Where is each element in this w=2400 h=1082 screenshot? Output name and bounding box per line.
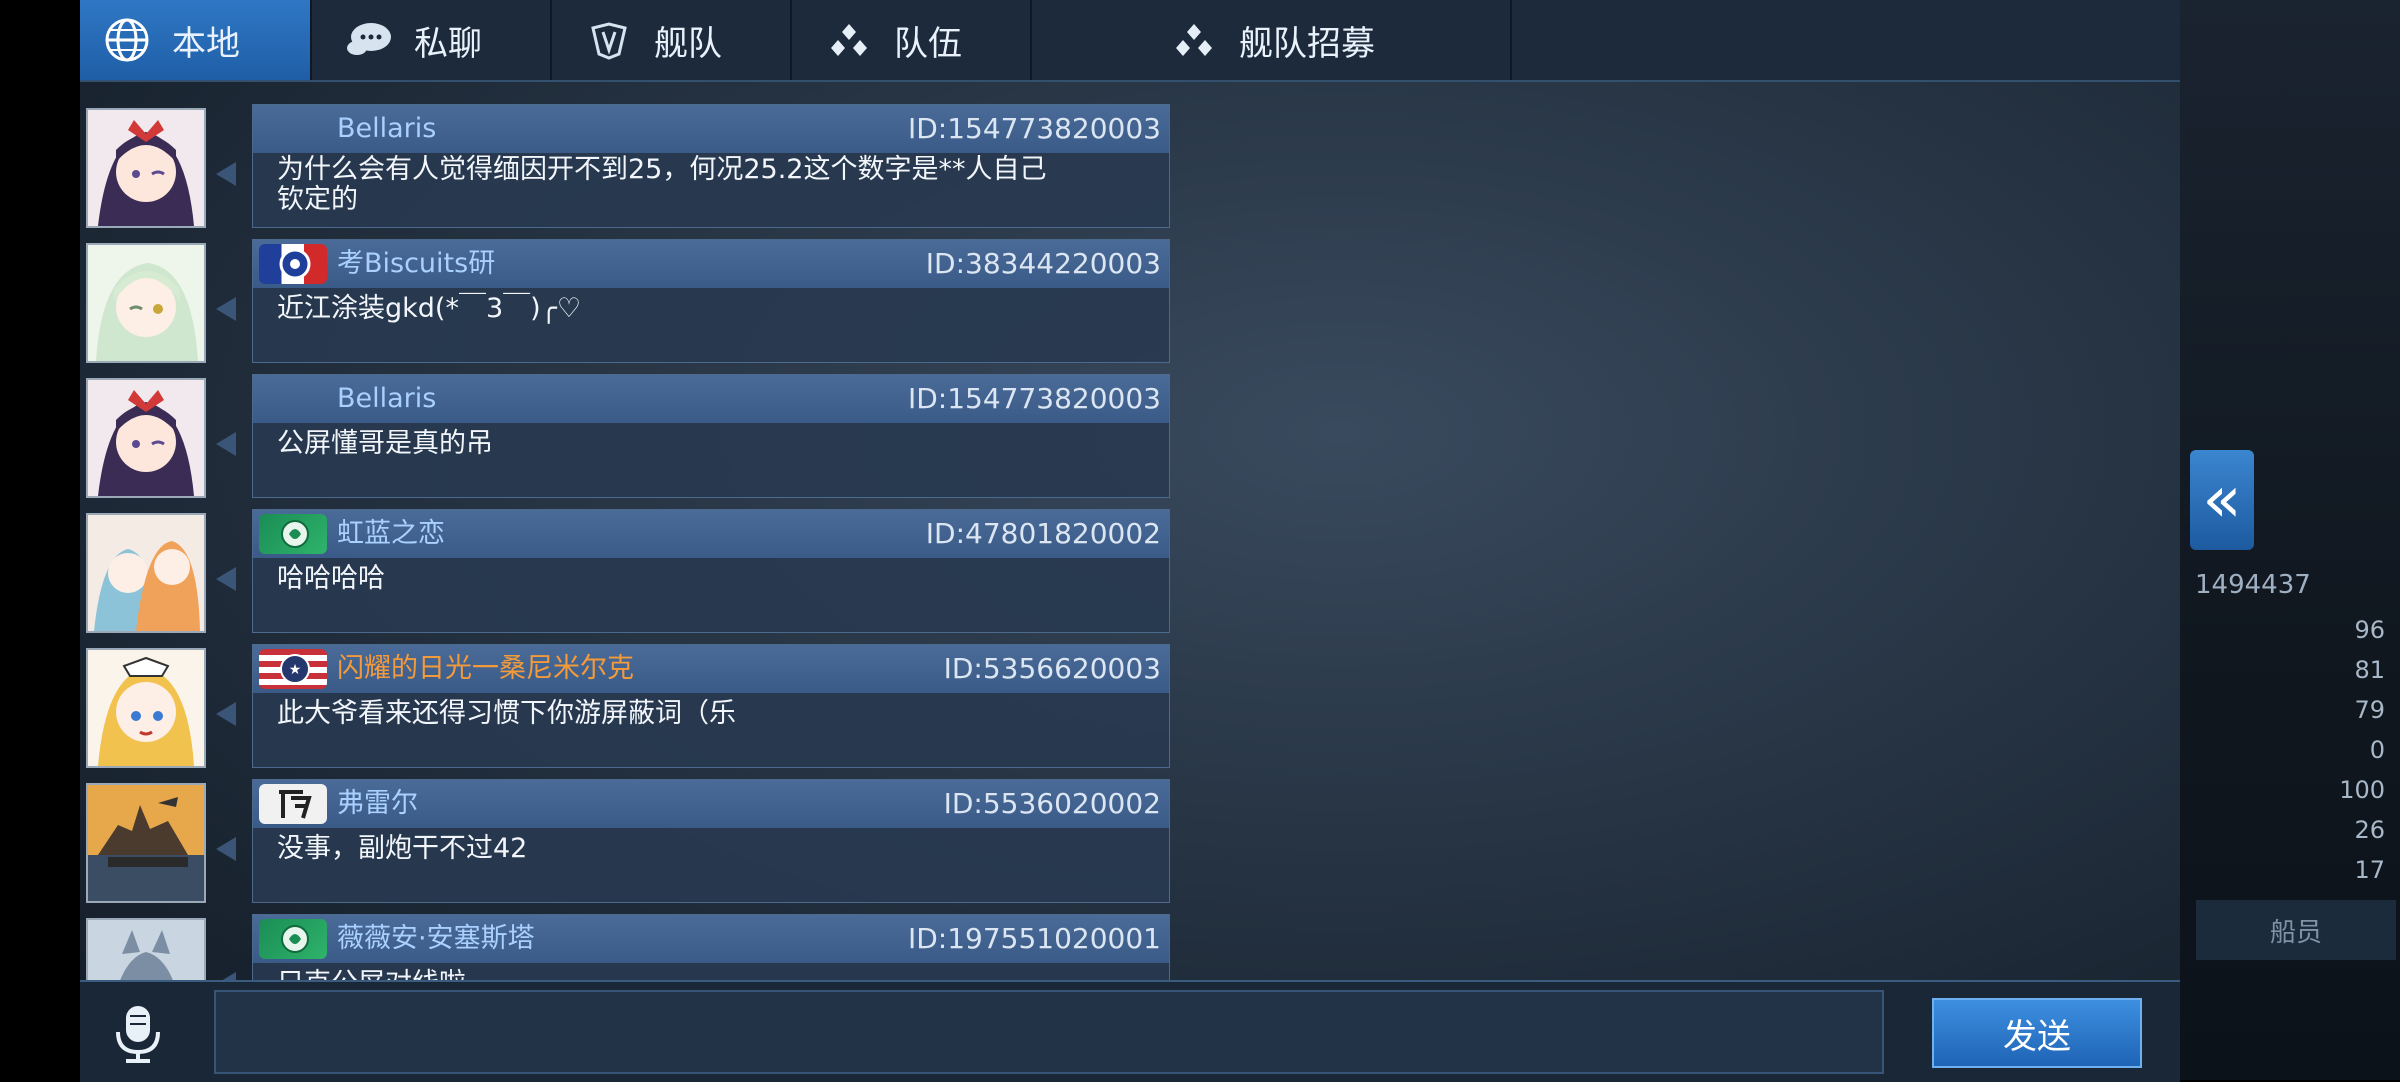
stat-value: 100: [2339, 776, 2385, 804]
sender-id: ID:5356620003: [943, 652, 1161, 685]
message-bubble: 薇薇安·安塞斯塔 ID:197551020001 只克公屏对线啦: [252, 914, 1170, 980]
tab-label: 舰队招募: [1239, 23, 1375, 64]
message-header: 薇薇安·安塞斯塔 ID:197551020001: [253, 915, 1169, 963]
calligraphy-flag-icon: [259, 784, 327, 824]
chat-tabs: 本地 私聊 舰队 队伍 舰队招募: [80, 0, 2180, 82]
message-header: 弗雷尔 ID:5536020002: [253, 780, 1169, 828]
tab-private[interactable]: 私聊: [312, 0, 552, 80]
chat-panel: 本地 私聊 舰队 队伍 舰队招募 Bellaris ID:15477382000…: [80, 0, 2180, 1082]
sender-name[interactable]: 薇薇安·安塞斯塔: [337, 919, 535, 959]
message-bubble: Bellaris ID:154773820003 为什么会有人觉得缅因开不到25…: [252, 104, 1170, 228]
stat-value: 81: [2354, 656, 2385, 684]
left-border: [0, 0, 80, 1080]
globe-icon: [100, 13, 154, 67]
sender-id: ID:47801820002: [925, 517, 1161, 550]
stat-value: 96: [2354, 616, 2385, 644]
message-text: 为什么会有人觉得缅因开不到25，何况25.2这个数字是**人自己 钦定的: [277, 154, 1047, 215]
stat-value: 0: [2369, 736, 2385, 764]
message-bubble: 考Biscuits研 ID:38344220003 近江涂装gkd(*￣3￣)╭…: [252, 239, 1170, 363]
tab-label: 队伍: [894, 23, 962, 64]
message-bubble: 弗雷尔 ID:5536020002 没事，副炮干不过42: [252, 779, 1170, 903]
chat-message: Bellaris ID:154773820003 为什么会有人觉得缅因开不到25…: [80, 104, 1180, 228]
stat-value: 79: [2354, 696, 2385, 724]
tab-fleet-recruit[interactable]: 舰队招募: [1032, 0, 1512, 80]
stat-value: 17: [2354, 856, 2385, 884]
message-bubble: Bellaris ID:154773820003 公屏懂哥是真的吊: [252, 374, 1170, 498]
bubble-pointer: [216, 162, 236, 186]
sender-name[interactable]: 弗雷尔: [337, 784, 418, 824]
message-header: Bellaris ID:154773820003: [253, 375, 1169, 423]
message-text: 公屏懂哥是真的吊: [277, 428, 493, 459]
tab-label: 私聊: [414, 23, 482, 64]
player-id-partial: 1494437: [2195, 570, 2311, 600]
message-header: ★ 闪耀的日光一桑尼米尔克 ID:5356620003: [253, 645, 1169, 693]
double-chevron-left-icon: «: [2202, 463, 2242, 537]
usa-flag-icon: ★: [259, 649, 327, 689]
tab-label: 本地: [172, 23, 240, 64]
collapse-chat-button[interactable]: «: [2190, 450, 2254, 550]
sender-id: ID:38344220003: [925, 247, 1161, 280]
message-text: 此大爷看来还得习惯下你游屏蔽词（乐: [277, 698, 736, 729]
sender-id: ID:154773820003: [907, 382, 1161, 415]
message-text: 只克公屏对线啦: [277, 967, 1137, 980]
green-emblem-flag-icon: [259, 514, 327, 554]
crew-button[interactable]: 船员: [2196, 900, 2396, 960]
message-text: 哈哈哈哈: [277, 563, 385, 594]
send-button[interactable]: 发送: [1932, 998, 2142, 1068]
sender-name[interactable]: 考Biscuits研: [337, 244, 495, 284]
bubble-pointer: [216, 837, 236, 861]
avatar[interactable]: [86, 648, 206, 768]
message-text: 没事，副炮干不过42: [277, 833, 528, 864]
avatar[interactable]: [86, 783, 206, 903]
chat-message: ★ 闪耀的日光一桑尼米尔克 ID:5356620003 此大爷看来还得习惯下你游…: [80, 644, 1180, 768]
sender-id: ID:197551020001: [907, 922, 1161, 955]
ship-stats-partial: 1494437 96 81 79 0 100 26 17: [2195, 560, 2395, 890]
sender-name[interactable]: Bellaris: [337, 109, 436, 149]
message-bubble: 虹蓝之恋 ID:47801820002 哈哈哈哈: [252, 509, 1170, 633]
avatar[interactable]: [86, 513, 206, 633]
chat-message: 薇薇安·安塞斯塔 ID:197551020001 只克公屏对线啦: [80, 914, 1180, 980]
chat-bubble-icon: [342, 13, 396, 67]
team-icon: [822, 13, 876, 67]
message-input[interactable]: [214, 990, 1884, 1074]
message-header: 考Biscuits研 ID:38344220003: [253, 240, 1169, 288]
bubble-pointer: [216, 567, 236, 591]
sender-id: ID:154773820003: [907, 112, 1161, 145]
message-list[interactable]: Bellaris ID:154773820003 为什么会有人觉得缅因开不到25…: [80, 80, 1180, 980]
message-bubble: ★ 闪耀的日光一桑尼米尔克 ID:5356620003 此大爷看来还得习惯下你游…: [252, 644, 1170, 768]
avatar[interactable]: [86, 243, 206, 363]
chat-input-bar: 发送: [80, 980, 2180, 1082]
message-header: 虹蓝之恋 ID:47801820002: [253, 510, 1169, 558]
chat-message: Bellaris ID:154773820003 公屏懂哥是真的吊: [80, 374, 1180, 498]
avatar[interactable]: [86, 918, 206, 980]
svg-text:★: ★: [289, 662, 302, 678]
tab-fleet[interactable]: 舰队: [552, 0, 792, 80]
bubble-pointer: [216, 972, 236, 980]
bubble-pointer: [216, 297, 236, 321]
sender-name[interactable]: Bellaris: [337, 379, 436, 419]
message-header: Bellaris ID:154773820003: [253, 105, 1169, 153]
chat-message: 考Biscuits研 ID:38344220003 近江涂装gkd(*￣3￣)╭…: [80, 239, 1180, 363]
fleet-icon: [582, 13, 636, 67]
microphone-icon[interactable]: [110, 1004, 166, 1064]
france-flag-icon: [259, 244, 327, 284]
recruit-icon: [1167, 13, 1221, 67]
chat-message: 弗雷尔 ID:5536020002 没事，副炮干不过42: [80, 779, 1180, 903]
stat-value: 26: [2354, 816, 2385, 844]
tab-local[interactable]: 本地: [80, 0, 312, 80]
bubble-pointer: [216, 432, 236, 456]
sender-name[interactable]: 闪耀的日光一桑尼米尔克: [337, 649, 634, 689]
avatar[interactable]: [86, 378, 206, 498]
chat-message: 虹蓝之恋 ID:47801820002 哈哈哈哈: [80, 509, 1180, 633]
avatar[interactable]: [86, 108, 206, 228]
green-emblem-flag-icon: [259, 919, 327, 959]
tab-team[interactable]: 队伍: [792, 0, 1032, 80]
bubble-pointer: [216, 702, 236, 726]
sender-name[interactable]: 虹蓝之恋: [337, 514, 445, 554]
message-text: 近江涂装gkd(*￣3￣)╭♡: [277, 293, 582, 324]
sender-id: ID:5536020002: [943, 787, 1161, 820]
tab-label: 舰队: [654, 23, 722, 64]
